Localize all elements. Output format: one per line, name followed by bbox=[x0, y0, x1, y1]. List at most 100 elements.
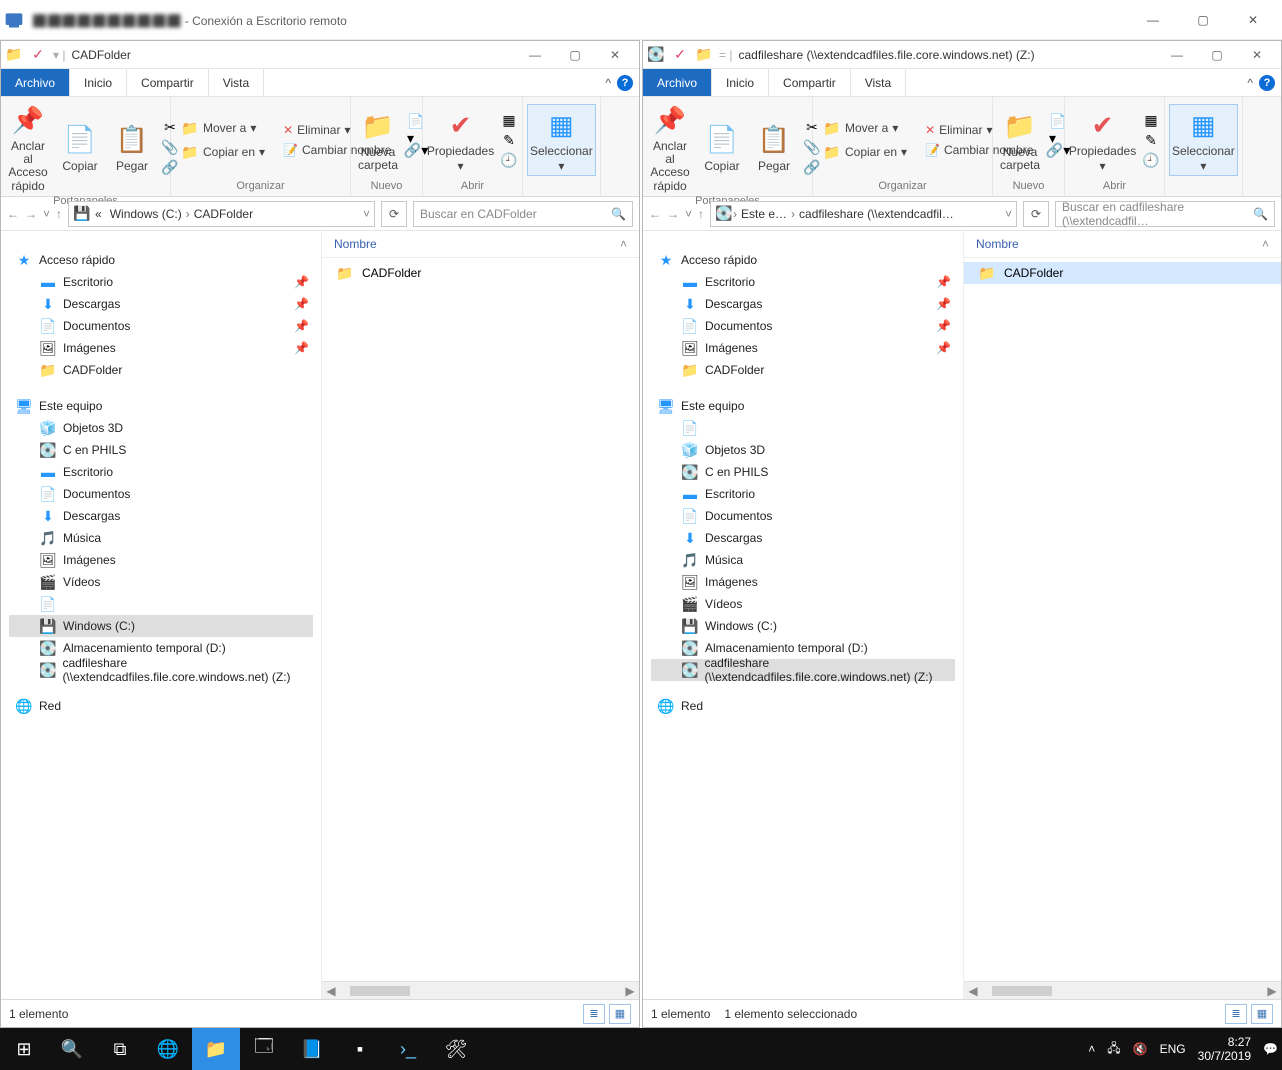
breadcrumb-seg[interactable]: CADFolder bbox=[190, 207, 257, 221]
recent-dropdown[interactable]: ˅ bbox=[43, 207, 50, 221]
tab-inicio[interactable]: Inicio bbox=[70, 69, 127, 96]
column-header-name[interactable]: Nombre˄ bbox=[964, 231, 1281, 258]
tree-item[interactable]: 📄Documentos bbox=[9, 483, 313, 505]
move-to-button[interactable]: 📁Mover a▾ bbox=[175, 117, 271, 139]
edit-icon[interactable]: ✎ bbox=[1142, 131, 1160, 149]
tree-item[interactable]: 🧊Objetos 3D bbox=[9, 417, 313, 439]
tree-item[interactable]: 🖼Imágenes bbox=[651, 571, 955, 593]
open-icon[interactable]: ▦ bbox=[500, 111, 518, 129]
move-to-button[interactable]: 📁Mover a▾ bbox=[817, 117, 913, 139]
properties-button[interactable]: ✔Propiedades▾ bbox=[1069, 105, 1136, 175]
minimize-button[interactable]: — bbox=[1128, 0, 1178, 40]
tab-archivo[interactable]: Archivo bbox=[643, 69, 712, 96]
close-button[interactable]: ✕ bbox=[1228, 0, 1278, 40]
pin-quickaccess-button[interactable]: 📌Anclar al Acceso rápido bbox=[647, 100, 693, 195]
nav-tree-left[interactable]: ★Acceso rápido ▬Escritorio📌 ⬇Descargas📌 … bbox=[1, 231, 321, 999]
network-node[interactable]: 🌐Red bbox=[9, 695, 313, 717]
app-button[interactable]: 📘 bbox=[288, 1028, 336, 1070]
taskview-button[interactable]: ⧉ bbox=[96, 1028, 144, 1070]
address-dropdown[interactable]: ˅ bbox=[1005, 207, 1012, 221]
forward-button[interactable]: → bbox=[25, 207, 37, 221]
tree-item[interactable]: 💽C en PHILS bbox=[651, 461, 955, 483]
clock-time[interactable]: 8:27 bbox=[1198, 1035, 1251, 1049]
tree-item[interactable]: ▬Escritorio📌 bbox=[9, 271, 313, 293]
search-input[interactable]: Buscar en CADFolder🔍 bbox=[413, 201, 633, 227]
ie-button[interactable]: 🌐 bbox=[144, 1028, 192, 1070]
new-folder-button[interactable]: 📁Nueva carpeta bbox=[355, 106, 401, 174]
win-close-button[interactable]: ✕ bbox=[595, 41, 635, 69]
tree-item-selected[interactable]: 💾Windows (C:) bbox=[9, 615, 313, 637]
tab-vista[interactable]: Vista bbox=[851, 69, 906, 96]
copy-to-button[interactable]: 📁Copiar en▾ bbox=[817, 141, 913, 163]
tree-item[interactable]: 🎵Música bbox=[651, 549, 955, 571]
collapse-ribbon-icon[interactable]: ^ bbox=[605, 76, 611, 90]
tree-item[interactable]: 📄Documentos bbox=[651, 505, 955, 527]
address-dropdown[interactable]: ˅ bbox=[363, 207, 370, 221]
breadcrumb-right[interactable]: 💽 › Este e… › cadfileshare (\\extendcadf… bbox=[710, 201, 1017, 227]
quick-access-icon[interactable]: ✓ bbox=[671, 46, 689, 64]
tree-item[interactable]: ⬇Descargas bbox=[9, 505, 313, 527]
tree-item[interactable]: ▬Escritorio bbox=[651, 483, 955, 505]
paste-button[interactable]: 📋Pegar bbox=[751, 120, 797, 175]
pin-quickaccess-button[interactable]: 📌Anclar al Acceso rápido bbox=[5, 100, 51, 195]
up-button[interactable]: ↑ bbox=[698, 207, 704, 221]
history-icon[interactable]: 🕘 bbox=[500, 151, 518, 169]
refresh-button[interactable]: ⟳ bbox=[1023, 201, 1049, 227]
tree-item-selected[interactable]: 💽cadfileshare (\\extendcadfiles.file.cor… bbox=[651, 659, 955, 681]
tree-item[interactable]: ▬Escritorio bbox=[9, 461, 313, 483]
this-pc-node[interactable]: 🖥Este equipo bbox=[651, 395, 955, 417]
tree-item[interactable]: 📁CADFolder bbox=[651, 359, 955, 381]
column-header-name[interactable]: Nombre˄ bbox=[322, 231, 639, 258]
volume-icon[interactable]: 🔇 bbox=[1133, 1042, 1148, 1056]
win-close-button[interactable]: ✕ bbox=[1237, 41, 1277, 69]
tree-item[interactable]: 📁CADFolder bbox=[9, 359, 313, 381]
win-minimize-button[interactable]: — bbox=[1157, 41, 1197, 69]
up-button[interactable]: ↑ bbox=[56, 207, 62, 221]
tree-item[interactable]: 💽C en PHILS bbox=[9, 439, 313, 461]
tree-item[interactable]: 🖼Imágenes bbox=[9, 549, 313, 571]
powershell-button[interactable]: ›_ bbox=[384, 1028, 432, 1070]
sort-icon[interactable]: ˄ bbox=[620, 237, 627, 251]
icons-view-button[interactable]: ▦ bbox=[1251, 1004, 1273, 1024]
tree-item[interactable]: 📄 bbox=[651, 417, 955, 439]
paste-button[interactable]: 📋Pegar bbox=[109, 120, 155, 175]
tree-item[interactable]: 📄Documentos📌 bbox=[651, 315, 955, 337]
edit-icon[interactable]: ✎ bbox=[500, 131, 518, 149]
tree-item[interactable]: 🎬Vídeos bbox=[651, 593, 955, 615]
tree-item[interactable]: 🧊Objetos 3D bbox=[651, 439, 955, 461]
quick-access-node[interactable]: ★Acceso rápido bbox=[9, 249, 313, 271]
copy-to-button[interactable]: 📁Copiar en▾ bbox=[175, 141, 271, 163]
tab-inicio[interactable]: Inicio bbox=[712, 69, 769, 96]
language-indicator[interactable]: ENG bbox=[1160, 1042, 1186, 1056]
tree-item[interactable]: ⬇Descargas📌 bbox=[651, 293, 955, 315]
copy-button[interactable]: 📄Copiar bbox=[699, 120, 745, 175]
tree-item[interactable]: 🎬Vídeos bbox=[9, 571, 313, 593]
new-folder-button[interactable]: 📁Nueva carpeta bbox=[997, 106, 1043, 174]
details-view-button[interactable]: ≣ bbox=[583, 1004, 605, 1024]
app-button[interactable]: 🗔 bbox=[240, 1028, 288, 1070]
system-tray[interactable]: ˄ 🖧 🔇 ENG 8:27 30/7/2019 💬 bbox=[1088, 1035, 1282, 1064]
nav-tree-right[interactable]: ★Acceso rápido ▬Escritorio📌 ⬇Descargas📌 … bbox=[643, 231, 963, 999]
breadcrumb-overflow[interactable]: « bbox=[91, 207, 106, 221]
tab-compartir[interactable]: Compartir bbox=[127, 69, 209, 96]
tray-up-icon[interactable]: ˄ bbox=[1088, 1042, 1095, 1056]
tree-item[interactable]: ⬇Descargas bbox=[651, 527, 955, 549]
search-button[interactable]: 🔍 bbox=[48, 1028, 96, 1070]
tree-item[interactable]: 📄Documentos📌 bbox=[9, 315, 313, 337]
search-input[interactable]: Buscar en cadfileshare (\\extendcadfil…🔍 bbox=[1055, 201, 1275, 227]
breadcrumb-seg[interactable]: Windows (C:) bbox=[106, 207, 186, 221]
file-row-selected[interactable]: 📁CADFolder bbox=[964, 262, 1281, 284]
tree-item[interactable]: ▬Escritorio📌 bbox=[651, 271, 955, 293]
select-button[interactable]: ▦Seleccionar▾ bbox=[527, 104, 596, 176]
icons-view-button[interactable]: ▦ bbox=[609, 1004, 631, 1024]
network-node[interactable]: 🌐Red bbox=[651, 695, 955, 717]
properties-button[interactable]: ✔Propiedades▾ bbox=[427, 105, 494, 175]
tab-archivo[interactable]: Archivo bbox=[1, 69, 70, 96]
tab-vista[interactable]: Vista bbox=[209, 69, 264, 96]
forward-button[interactable]: → bbox=[667, 207, 679, 221]
start-button[interactable]: ⊞ bbox=[0, 1028, 48, 1070]
tree-item[interactable]: 🎵Música bbox=[9, 527, 313, 549]
back-button[interactable]: ← bbox=[649, 207, 661, 221]
breadcrumb-seg[interactable]: Este e… bbox=[737, 207, 791, 221]
tree-item[interactable]: 💽cadfileshare (\\extendcadfiles.file.cor… bbox=[9, 659, 313, 681]
